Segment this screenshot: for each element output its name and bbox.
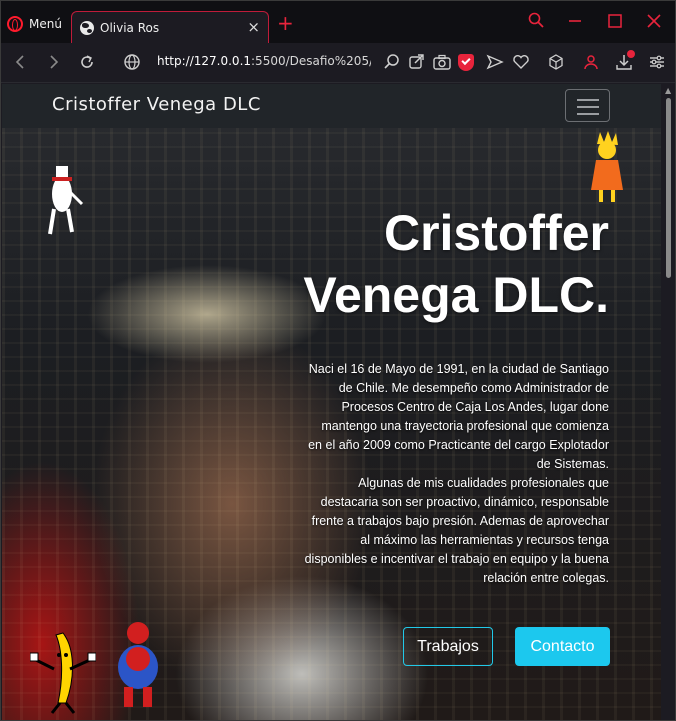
opera-logo-icon xyxy=(7,16,23,32)
bio-line: al máximo las herramientas y recursos te… xyxy=(360,533,609,547)
menu-label: Menú xyxy=(29,17,62,31)
opera-menu-button[interactable]: Menú xyxy=(7,13,62,35)
search-icon[interactable] xyxy=(528,12,544,28)
navbar-brand[interactable]: Cristoffer Venega DLC xyxy=(52,94,261,115)
bio-line: Algunas de mis cualidades profesionales … xyxy=(358,476,609,490)
address-toolbar: http://127.0.0.1:5500/Desafio%205/De xyxy=(1,43,675,83)
cube-icon[interactable] xyxy=(546,52,566,72)
bio-line: destacaria son ser proactivo, dinámico, … xyxy=(320,495,609,509)
new-tab-button[interactable]: + xyxy=(277,13,294,33)
minimize-icon[interactable] xyxy=(568,14,582,28)
tab-active[interactable]: Olivia Ros × xyxy=(71,11,269,43)
bio-line: disponibles e incentivar el trabajo en e… xyxy=(304,552,609,566)
navbar: Cristoffer Venega DLC xyxy=(2,84,661,128)
browser-window: Menú Olivia Ros × + http://127.0.0.1:550… xyxy=(0,0,676,721)
download-badge xyxy=(627,50,635,58)
heart-icon[interactable] xyxy=(511,52,531,72)
globe-icon xyxy=(80,20,94,35)
menu-toggle-icon[interactable] xyxy=(565,89,610,122)
zoom-icon[interactable] xyxy=(382,52,402,72)
bio-paragraph: Naci el 16 de Mayo de 1991, en la ciudad… xyxy=(269,360,609,588)
hero-title-line1: Cristoffer xyxy=(383,205,609,261)
back-icon[interactable] xyxy=(11,52,31,72)
maximize-icon[interactable] xyxy=(608,14,622,28)
shield-icon[interactable] xyxy=(458,54,474,71)
tab-close-icon[interactable]: × xyxy=(247,18,260,36)
web-page: Cristoffer Venega DLC Cristoffer Venega … xyxy=(2,84,661,720)
site-info-icon[interactable] xyxy=(122,52,142,72)
send-icon[interactable] xyxy=(485,52,505,72)
url-path: :5500/Desafio%205/De xyxy=(251,54,371,68)
forward-icon[interactable] xyxy=(43,52,63,72)
bio-line: de Sistemas. xyxy=(536,457,609,471)
bio-line: Naci el 16 de Mayo de 1991, en la ciudad… xyxy=(308,362,609,376)
trabajos-button[interactable]: Trabajos xyxy=(403,627,493,666)
reload-icon[interactable] xyxy=(77,52,97,72)
bio-line: de Chile. Me desempeño como Administrado… xyxy=(338,381,609,395)
tab-title: Olivia Ros xyxy=(100,20,160,35)
url-field[interactable]: http://127.0.0.1:5500/Desafio%205/De xyxy=(157,54,371,72)
lisa-sprite-icon xyxy=(591,131,623,202)
tab-strip: Menú Olivia Ros × + xyxy=(1,1,675,43)
bio-line: frente a trabajos bajo presión. Ademas d… xyxy=(311,514,609,528)
bio-line: mantengo una trayectoria profesional que… xyxy=(321,419,609,433)
scroll-up-icon[interactable]: ▲ xyxy=(665,86,671,95)
camera-icon[interactable] xyxy=(432,52,452,72)
ghost-sprite-icon xyxy=(48,166,84,235)
close-icon[interactable] xyxy=(647,14,661,28)
hero-title-line2: Venega DLC. xyxy=(303,267,609,323)
page-scrollbar[interactable]: ▲ xyxy=(662,84,675,720)
share-icon[interactable] xyxy=(407,52,427,72)
scroll-thumb[interactable] xyxy=(666,98,671,278)
contacto-button[interactable]: Contacto xyxy=(515,627,610,666)
hero-title: Cristoffer Venega DLC. xyxy=(189,202,609,326)
spiderman-sprite-icon xyxy=(118,622,158,707)
settings-icon[interactable] xyxy=(647,52,667,72)
banana-sprite-icon xyxy=(30,632,96,714)
bio-line: en el año 2009 como Practicante del carg… xyxy=(308,438,609,452)
bio-line: Procesos Centro de Caja Los Andes, lugar… xyxy=(341,400,609,414)
bio-line: relación entre colegas. xyxy=(483,571,609,585)
url-host: http://127.0.0.1 xyxy=(157,54,252,68)
profile-icon[interactable] xyxy=(581,52,601,72)
